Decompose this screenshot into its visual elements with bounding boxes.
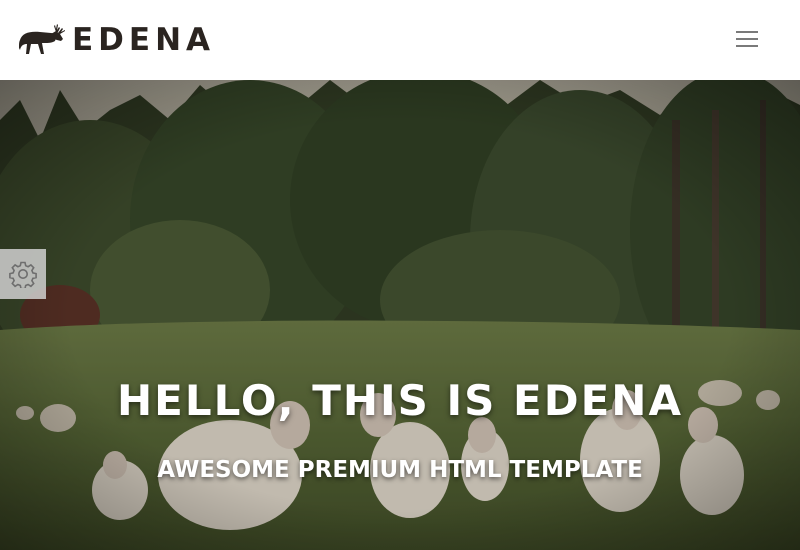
hero-subtitle: AWESOME PREMIUM HTML TEMPLATE xyxy=(157,457,643,483)
brand-name: EDENA xyxy=(72,22,216,58)
gear-icon xyxy=(9,261,37,288)
deer-icon xyxy=(19,24,65,54)
hero-section: HELLO, THIS IS EDENA AWESOME PREMIUM HTM… xyxy=(0,80,800,550)
hero-title: HELLO, THIS IS EDENA xyxy=(117,376,683,425)
navbar: EDENA xyxy=(0,0,800,80)
logo[interactable]: EDENA xyxy=(18,22,215,58)
settings-panel-toggle[interactable] xyxy=(0,249,46,299)
hamburger-menu-button[interactable] xyxy=(728,24,766,54)
